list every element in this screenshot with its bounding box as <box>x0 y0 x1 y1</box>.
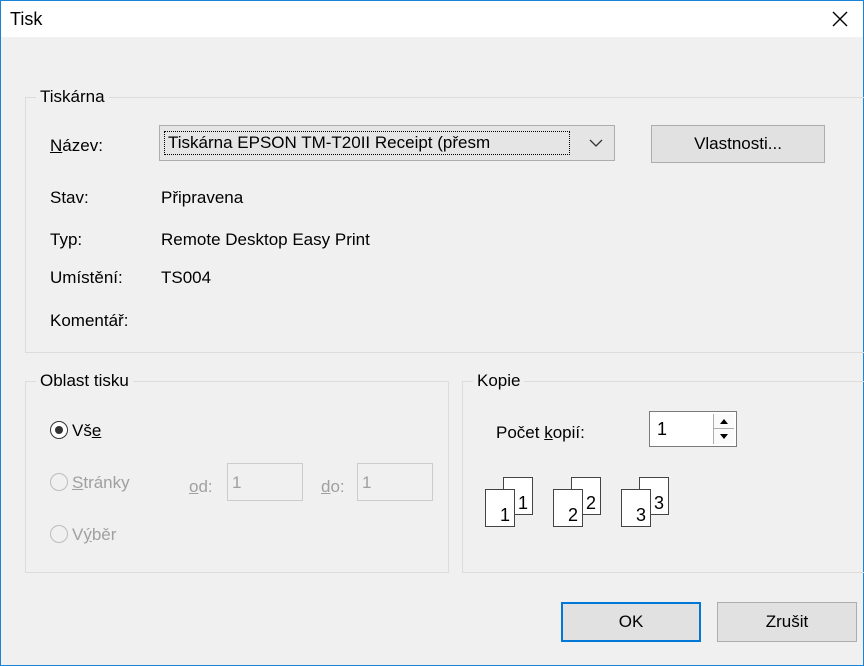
radio-all[interactable] <box>50 421 68 439</box>
spin-down-button[interactable] <box>714 429 734 444</box>
properties-button[interactable]: Vlastnosti... <box>651 125 825 163</box>
dropdown-arrow[interactable] <box>584 126 608 160</box>
collate-page-number: 1 <box>517 493 528 513</box>
collate-page-number: 2 <box>567 505 578 525</box>
copies-count-label: Počet kopií: <box>496 423 585 442</box>
cancel-button-label: Zrušit <box>765 612 809 631</box>
printer-select-value: Tiskárna EPSON TM-T20II Receipt (přesm <box>164 131 570 155</box>
copies-legend: Kopie <box>473 371 525 391</box>
collate-pages-icon: 3 3 <box>621 477 681 537</box>
spin-buttons <box>713 414 734 444</box>
location-label: Umístění: <box>50 268 123 287</box>
close-icon <box>832 11 848 27</box>
type-value: Remote Desktop Easy Print <box>161 230 370 249</box>
radio-selection[interactable] <box>50 525 68 543</box>
status-label: Stav: <box>50 188 89 207</box>
radio-all-label[interactable]: Vše <box>72 421 101 441</box>
chevron-down-icon <box>589 139 603 147</box>
to-input[interactable]: 1 <box>357 463 433 501</box>
close-button[interactable] <box>817 1 863 37</box>
print-dialog: Tisk Tiskárna Název: Tiskárna EPSON TM-T… <box>0 0 864 666</box>
from-label: od: <box>189 477 213 496</box>
location-value: TS004 <box>161 268 212 287</box>
radio-all-dot <box>55 426 63 434</box>
dialog-title: Tisk <box>10 9 43 29</box>
ok-button-label: OK <box>618 612 644 631</box>
print-range-legend: Oblast tisku <box>36 371 133 391</box>
status-value: Připravena <box>161 188 244 207</box>
printer-select[interactable]: Tiskárna EPSON TM-T20II Receipt (přesm <box>159 125 615 161</box>
collate-page-number: 1 <box>499 505 510 525</box>
collate-page-front: 1 <box>485 489 515 527</box>
collate-page-number: 3 <box>653 493 664 513</box>
printer-name-label: Název: <box>50 136 103 155</box>
spin-up-icon <box>720 418 728 424</box>
comment-label: Komentář: <box>50 311 129 330</box>
radio-selection-label[interactable]: Výběr <box>72 525 116 545</box>
from-input[interactable]: 1 <box>227 463 303 501</box>
cancel-button[interactable]: Zrušit <box>717 602 857 642</box>
collate-page-number: 2 <box>585 493 596 513</box>
type-label: Typ: <box>50 230 83 249</box>
spin-down-icon <box>720 434 728 439</box>
collate-pages-icon: 1 1 <box>485 477 545 537</box>
properties-button-label: Vlastnosti... <box>694 134 782 153</box>
spin-up-button[interactable] <box>714 414 734 429</box>
radio-pages[interactable] <box>50 473 68 491</box>
to-label: do: <box>321 477 345 496</box>
collate-pages-icon: 2 2 <box>553 477 613 537</box>
radio-pages-label[interactable]: Stránky <box>72 473 130 493</box>
copies-count-spinner[interactable]: 1 <box>649 411 737 447</box>
collate-page-front: 2 <box>553 489 583 527</box>
printer-group-legend: Tiskárna <box>36 87 109 107</box>
copies-count-value: 1 <box>657 419 668 439</box>
title-bar: Tisk <box>1 1 863 37</box>
collate-page-front: 3 <box>621 489 651 527</box>
ok-button[interactable]: OK <box>561 602 701 642</box>
collate-page-number: 3 <box>635 505 646 525</box>
